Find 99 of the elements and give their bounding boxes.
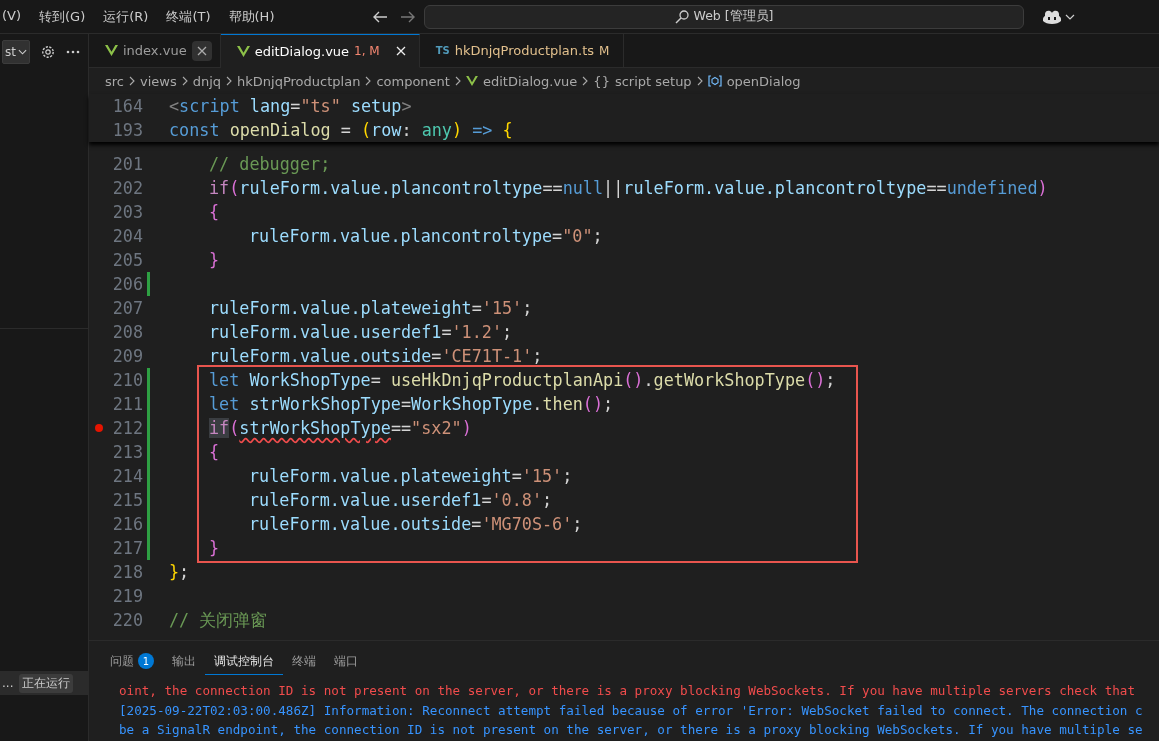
- code-line: {: [209, 442, 220, 462]
- panel-tab[interactable]: 输出: [163, 647, 205, 675]
- chevron-right-icon: [129, 76, 135, 86]
- line-number: 209: [111, 346, 143, 366]
- chevron-right-icon: [365, 76, 372, 86]
- braces-icon: {}: [593, 73, 610, 89]
- chevron-right-icon: [582, 76, 589, 86]
- line-number: 220: [111, 610, 143, 630]
- line-number: 211: [111, 394, 143, 414]
- code-line: // debugger;: [209, 154, 331, 174]
- tab-status: M: [599, 43, 610, 58]
- chevron-down-icon[interactable]: [1065, 13, 1075, 20]
- line-number: 210: [111, 370, 143, 390]
- code-line: let WorkShopType= useHkDnjqProductplanApi().getWorkShopType();: [209, 370, 836, 390]
- line-number: 204: [111, 226, 143, 246]
- chevron-right-icon: [181, 76, 188, 86]
- tab-status: 1, M: [354, 44, 380, 58]
- editor-tab[interactable]: index.vue: [89, 34, 221, 68]
- debug-session-row[interactable]: ... 正在运行: [0, 671, 88, 695]
- line-number: 218: [111, 562, 143, 582]
- line-number: 206: [111, 274, 143, 294]
- line-number: 212: [111, 418, 143, 438]
- vue-file-icon: [105, 45, 118, 56]
- console-line: oint, the connection ID is not present on the server, or there is a proxy blocking WebSockets. If you have multiple servers check that: [119, 682, 1136, 700]
- search-icon: [674, 9, 689, 24]
- code-line: let strWorkShopType=WorkShopType.then();: [209, 394, 614, 414]
- console-line: [2025-09-22T02:03:00.486Z] Information: Reconnect attempt failed because of error 'Error: WebSocket failed to connect. The connection c: [119, 701, 1144, 720]
- code-line: ruleForm.value.userdef1='1.2';: [209, 322, 513, 342]
- line-number: 216: [111, 514, 143, 534]
- line-number: 214: [111, 466, 143, 486]
- code-line: if(strWorkShopType=="sx2"): [209, 418, 472, 438]
- code-line: if(ruleForm.value.plancontroltype==null||ruleForm.value.plancontroltype==undefined): [209, 178, 1048, 198]
- chevron-right-icon: [226, 76, 233, 86]
- menu-item[interactable]: 转到(G): [30, 7, 95, 26]
- code-line: {: [209, 202, 220, 222]
- close-icon: [395, 46, 406, 56]
- code-line: ruleForm.value.outside='CE71T-1';: [209, 346, 543, 366]
- line-number: 201: [111, 154, 143, 174]
- line-number: 217: [111, 538, 143, 558]
- line-number: 164: [111, 96, 143, 116]
- code-line: }: [209, 538, 220, 558]
- code-line: };: [169, 562, 190, 582]
- panel-tab[interactable]: 端口: [325, 647, 367, 675]
- forward-arrow-icon[interactable]: [400, 9, 416, 24]
- typescript-file-icon: TS: [435, 45, 450, 56]
- line-number: 193: [111, 120, 143, 140]
- breadcrumb-item[interactable]: openDialog: [726, 73, 801, 89]
- menu-item[interactable]: 运行(R): [94, 7, 158, 26]
- line-number: 219: [111, 586, 143, 606]
- close-icon: [196, 45, 207, 56]
- breadcrumb-item[interactable]: views: [140, 73, 177, 89]
- breadcrumb-item[interactable]: editDialog.vue: [482, 73, 578, 89]
- settings-icon[interactable]: [40, 44, 56, 60]
- copilot-icon[interactable]: [1042, 8, 1062, 25]
- back-arrow-icon[interactable]: [372, 9, 388, 24]
- panel-tab[interactable]: 调试控制台: [205, 647, 283, 675]
- chevron-right-icon: [454, 76, 461, 86]
- command-center[interactable]: Web [管理员]: [424, 4, 1024, 29]
- close-button[interactable]: [191, 40, 212, 61]
- breadcrumb-item[interactable]: hkDnjqProductplan: [237, 73, 361, 89]
- more-icon[interactable]: [66, 50, 80, 54]
- menu-item[interactable]: 帮助(H): [219, 7, 284, 26]
- breakpoint-dot[interactable]: [95, 424, 103, 432]
- code-line: ruleForm.value.userdef1='0.8';: [249, 490, 553, 510]
- breadcrumb-item[interactable]: script setup: [614, 73, 692, 89]
- breadcrumb-item[interactable]: component: [376, 73, 450, 89]
- code-line: const openDialog = (row: any) => {: [169, 120, 513, 140]
- chevron-down-icon: [17, 49, 27, 55]
- line-number: 202: [111, 178, 143, 198]
- status-badge: 正在运行: [19, 673, 74, 693]
- code-line: }: [209, 250, 220, 270]
- breadcrumb-item[interactable]: src: [105, 73, 124, 89]
- editor-tab[interactable]: TS hkDnjqProductplan.ts M: [419, 34, 625, 68]
- code-line: ruleForm.value.plancontroltype="0";: [249, 226, 603, 246]
- panel-tab[interactable]: 终端: [283, 647, 325, 675]
- line-number: 203: [111, 202, 143, 222]
- breadcrumb-item[interactable]: dnjq: [192, 73, 222, 89]
- code-line: <script lang="ts" setup>: [169, 96, 412, 116]
- editor-tab[interactable]: editDialog.vue 1, M: [220, 34, 420, 68]
- count-badge: 1: [138, 653, 154, 669]
- line-number: 205: [111, 250, 143, 270]
- code-line: ruleForm.value.outside='MG70S-6';: [249, 514, 583, 534]
- config-dropdown[interactable]: st: [2, 40, 30, 64]
- console-line: be a SignalR endpoint, the connection ID is not present on the server, or there is a proxy blocking WebSockets. If you have multiple se: [119, 721, 1144, 739]
- menu-item[interactable]: 终端(T): [157, 7, 220, 26]
- chevron-right-icon: [696, 76, 703, 86]
- line-number: 208: [111, 322, 143, 342]
- vue-file-icon: [465, 76, 478, 86]
- code-line: ruleForm.value.plateweight='15';: [209, 298, 533, 318]
- line-number: 207: [111, 298, 143, 318]
- variable-icon: [707, 75, 722, 87]
- panel-tab[interactable]: 问题 1: [101, 647, 163, 675]
- code-line: ruleForm.value.plateweight='15';: [249, 466, 573, 486]
- session-name: ...: [2, 676, 14, 690]
- menu-item[interactable]: (V): [0, 7, 31, 26]
- line-number: 213: [111, 442, 143, 462]
- line-number: 215: [111, 490, 143, 510]
- vue-file-icon: [236, 45, 250, 57]
- code-line: // 关闭弹窗: [169, 608, 268, 632]
